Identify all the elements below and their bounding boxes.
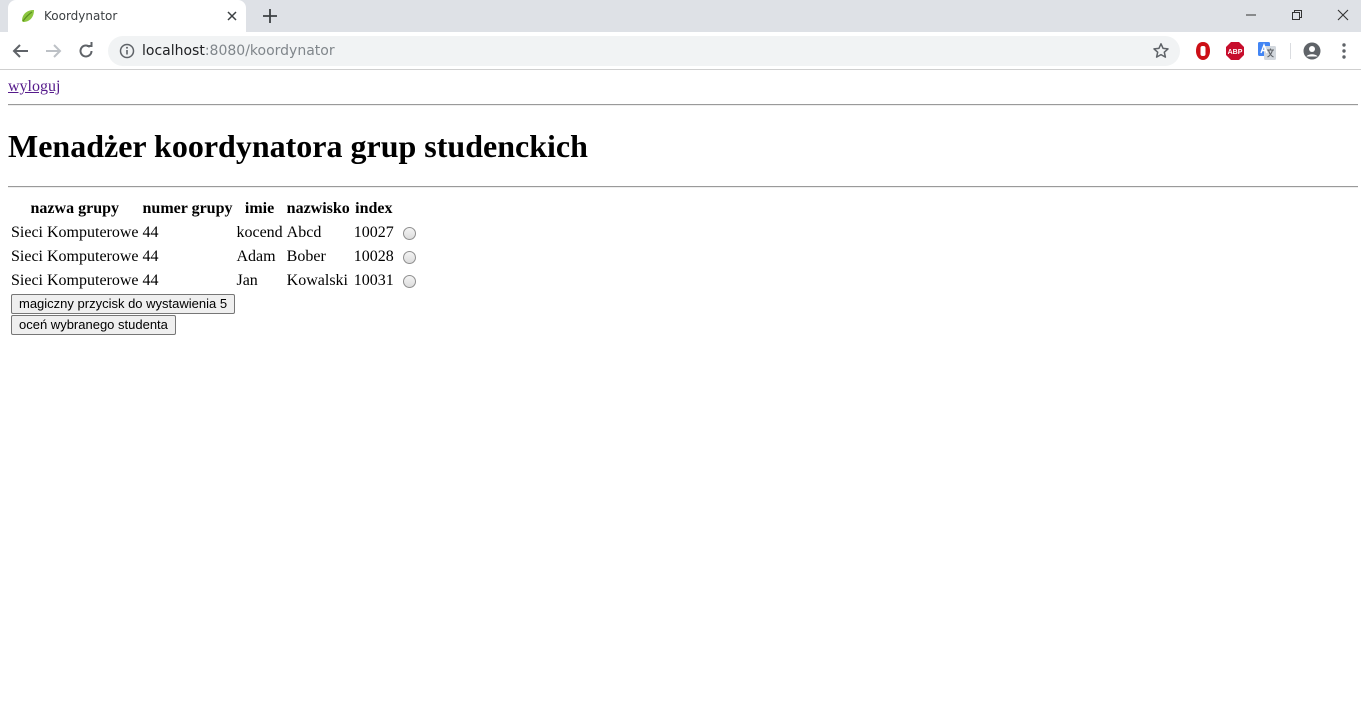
close-window-button[interactable] <box>1320 0 1361 30</box>
restore-window-button[interactable] <box>1274 0 1320 30</box>
cell-select <box>397 222 417 244</box>
grade-selected-student-button[interactable]: oceń wybranego studenta <box>11 315 176 335</box>
close-tab-icon[interactable] <box>224 8 240 24</box>
url-path: :8080/koordynator <box>204 43 335 59</box>
cell-first-name: kocend <box>236 224 283 241</box>
column-header-last-name: nazwisko <box>286 200 350 217</box>
tab-title: Koordynator <box>44 9 118 23</box>
minimize-icon <box>1246 14 1256 16</box>
logout-link[interactable]: wyloguj <box>8 78 60 96</box>
adblock-plus-icon[interactable]: ABP <box>1225 41 1245 61</box>
table-row: Sieci Komputerowe 44 Adam Bober 10028 <box>10 246 417 268</box>
column-header-select <box>397 198 417 220</box>
column-header-group-number: numer grupy <box>142 200 233 217</box>
toolbar-separator <box>1290 43 1291 59</box>
bookmark-star-icon[interactable] <box>1152 42 1170 60</box>
tab-strip: Koordynator <box>0 0 1361 32</box>
cell-group-number: 44 <box>142 272 159 289</box>
minimize-window-button[interactable] <box>1228 0 1274 30</box>
page-title: Menadżer koordynatora grup studenckich <box>8 128 588 164</box>
new-tab-icon[interactable] <box>260 6 280 26</box>
site-info-icon[interactable] <box>119 43 135 59</box>
column-header-first-name: imie <box>244 200 275 217</box>
restore-icon <box>1292 10 1302 20</box>
cell-group-number: 44 <box>142 224 159 241</box>
cell-first-name: Jan <box>236 272 258 289</box>
back-button[interactable] <box>10 40 32 62</box>
browser-toolbar: localhost:8080/koordynator ABP <box>0 32 1361 70</box>
column-header-group-name: nazwa grupy <box>30 200 119 217</box>
opera-ad-blocker-icon[interactable] <box>1193 41 1213 61</box>
table-row: Sieci Komputerowe 44 Jan Kowalski 10031 <box>10 270 417 292</box>
cell-group-number: 44 <box>142 248 159 265</box>
reload-button[interactable] <box>75 40 97 62</box>
cell-index: 10027 <box>353 224 394 241</box>
magic-grade-five-button[interactable]: magiczny przycisk do wystawienia 5 <box>11 294 236 314</box>
forward-button[interactable] <box>42 40 64 62</box>
students-table: nazwa grupy numer grupy imie nazwisko in… <box>8 196 419 294</box>
table-header-row: nazwa grupy numer grupy imie nazwisko in… <box>10 198 417 220</box>
browser-menu-icon[interactable] <box>1334 41 1354 61</box>
browser-tab[interactable]: Koordynator <box>8 0 246 32</box>
cell-last-name: Kowalski <box>286 272 348 289</box>
close-window-icon <box>1337 9 1349 21</box>
url-host: localhost <box>142 43 205 59</box>
forward-arrow-icon <box>46 44 62 58</box>
student-select-radio[interactable] <box>402 274 416 288</box>
reload-icon <box>79 42 93 58</box>
cell-group-name: Sieci Komputerowe <box>11 224 139 241</box>
profile-avatar-icon[interactable] <box>1302 41 1322 61</box>
cell-first-name: Adam <box>236 248 276 265</box>
cell-group-name: Sieci Komputerowe <box>11 272 139 289</box>
student-select-radio[interactable] <box>402 250 416 264</box>
cell-index: 10028 <box>353 248 394 265</box>
cell-index: 10031 <box>353 272 394 289</box>
cell-last-name: Bober <box>286 248 326 265</box>
divider <box>8 186 1358 188</box>
table-row: Sieci Komputerowe 44 kocend Abcd 10027 <box>10 222 417 244</box>
page-content: wyloguj Menadżer koordynatora grup stude… <box>0 70 1361 726</box>
divider <box>8 104 1358 106</box>
adblock-plus-label: ABP <box>1228 49 1243 56</box>
back-arrow-icon <box>12 44 28 58</box>
spring-leaf-icon <box>22 10 34 22</box>
student-select-radio[interactable] <box>402 226 416 240</box>
cell-last-name: Abcd <box>286 224 322 241</box>
cell-group-name: Sieci Komputerowe <box>11 248 139 265</box>
address-bar[interactable]: localhost:8080/koordynator <box>108 36 1180 66</box>
url-text[interactable]: localhost:8080/koordynator <box>142 43 335 59</box>
google-translate-icon[interactable] <box>1257 41 1277 61</box>
cell-select <box>397 270 417 292</box>
cell-select <box>397 246 417 268</box>
column-header-index: index <box>355 200 393 217</box>
